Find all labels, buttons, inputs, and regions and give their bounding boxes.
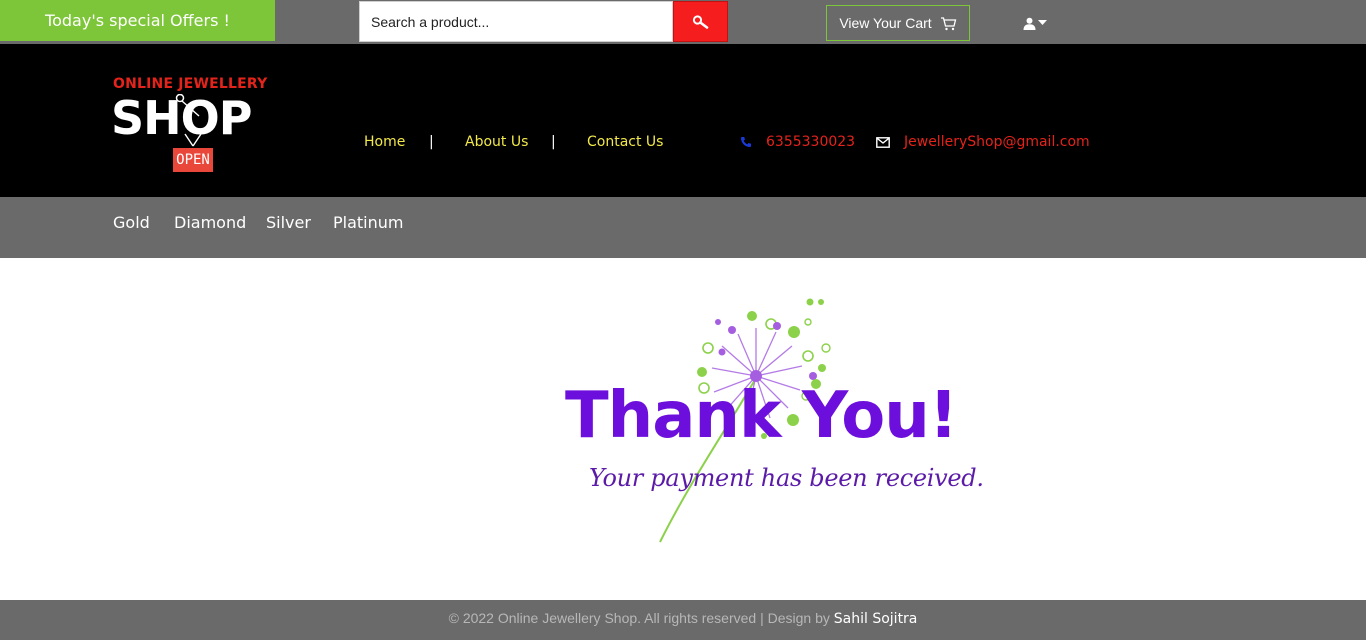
thank-you-image: Thank You! Your payment has been receive…	[556, 290, 984, 550]
nav-contact-us[interactable]: Contact Us	[587, 134, 663, 150]
cart-icon	[940, 16, 957, 30]
category-gold[interactable]: Gold	[113, 213, 150, 232]
phone-number: 6355330023	[766, 134, 856, 150]
designer-link[interactable]: Sahil Sojitra	[834, 611, 918, 627]
view-cart-label: View Your Cart	[839, 15, 932, 31]
envelope-icon	[876, 136, 890, 148]
special-offers-banner[interactable]: Today's special Offers !	[0, 0, 275, 41]
top-bar: Today's special Offers ! View Your Cart	[0, 0, 1366, 44]
nav-home[interactable]: Home	[364, 134, 405, 150]
hanging-string-icon	[175, 94, 202, 147]
search-button[interactable]	[673, 1, 728, 42]
view-cart-button[interactable]: View Your Cart	[826, 5, 970, 41]
user-menu-dropdown[interactable]	[1023, 14, 1049, 32]
shop-logo[interactable]: ONLINE JEWELLERY SHOP OPEN	[111, 74, 283, 178]
user-icon	[1023, 17, 1036, 30]
category-bar: Gold Diamond Silver Platinum	[0, 197, 1366, 258]
category-diamond[interactable]: Diamond	[174, 213, 246, 232]
open-sign: OPEN	[173, 148, 213, 172]
category-silver[interactable]: Silver	[266, 213, 311, 232]
category-platinum[interactable]: Platinum	[333, 213, 403, 232]
search-icon	[692, 14, 708, 29]
nav-separator: |	[429, 134, 434, 150]
search-input[interactable]	[359, 1, 673, 42]
email-address: JewelleryShop@gmail.com	[904, 134, 1090, 150]
copyright-text: © 2022 Online Jewellery Shop. All rights…	[448, 610, 834, 626]
nav-separator: |	[551, 134, 556, 150]
caret-down-icon	[1038, 20, 1047, 25]
payment-received-text: Your payment has been received.	[589, 464, 984, 492]
phone-contact[interactable]: 6355330023	[740, 134, 855, 150]
thank-you-title: Thank You!	[565, 379, 958, 453]
nav-about-us[interactable]: About Us	[465, 134, 528, 150]
site-footer: © 2022 Online Jewellery Shop. All rights…	[0, 600, 1366, 640]
site-header: ONLINE JEWELLERY SHOP OPEN Home | About …	[0, 44, 1366, 197]
email-contact[interactable]: JewelleryShop@gmail.com	[876, 134, 1090, 150]
phone-icon	[741, 137, 751, 147]
